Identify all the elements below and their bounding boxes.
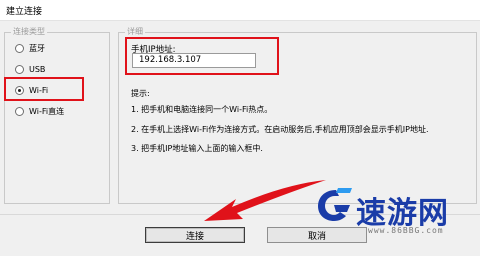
watermark-url: www.86BBG.com bbox=[368, 226, 444, 235]
watermark-logo-icon bbox=[318, 188, 352, 221]
